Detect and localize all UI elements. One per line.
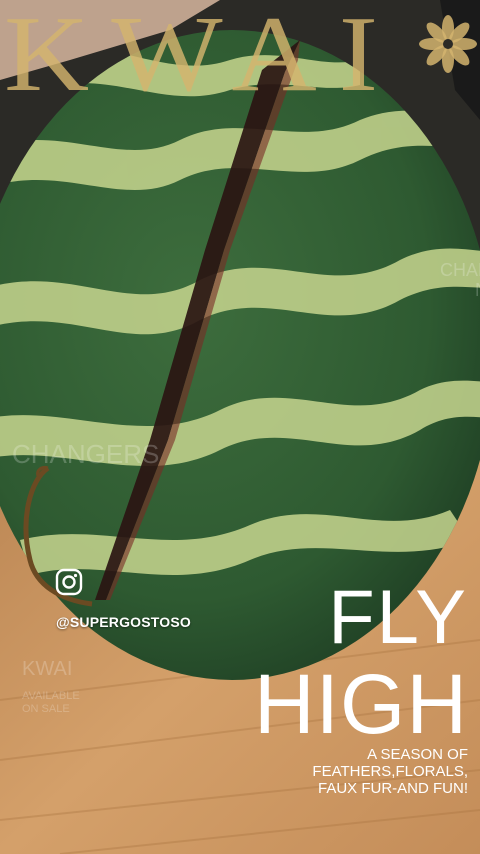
flower-icon <box>419 15 477 73</box>
watermark-text: CHANGERS NEWER <box>440 260 480 300</box>
headline-line-1: FLY <box>328 575 468 660</box>
instagram-icon[interactable] <box>55 568 83 596</box>
watermark-text: AVAILABLE ON SALE <box>22 690 80 715</box>
tagline-line: FAUX FUR-AND FUN! <box>318 780 468 797</box>
watermark-text: CHANGERS <box>12 439 160 469</box>
brand-logo: KWAI <box>4 0 401 115</box>
tagline: A SEASON OF FEATHERS,FLORALS, FAUX FUR-A… <box>208 746 468 797</box>
tagline-line: A SEASON OF <box>367 746 468 763</box>
tagline-line: FEATHERS,FLORALS, <box>312 763 468 780</box>
watermark-text: KWAI <box>22 658 73 680</box>
headline-line-2: HIGH <box>254 657 468 751</box>
